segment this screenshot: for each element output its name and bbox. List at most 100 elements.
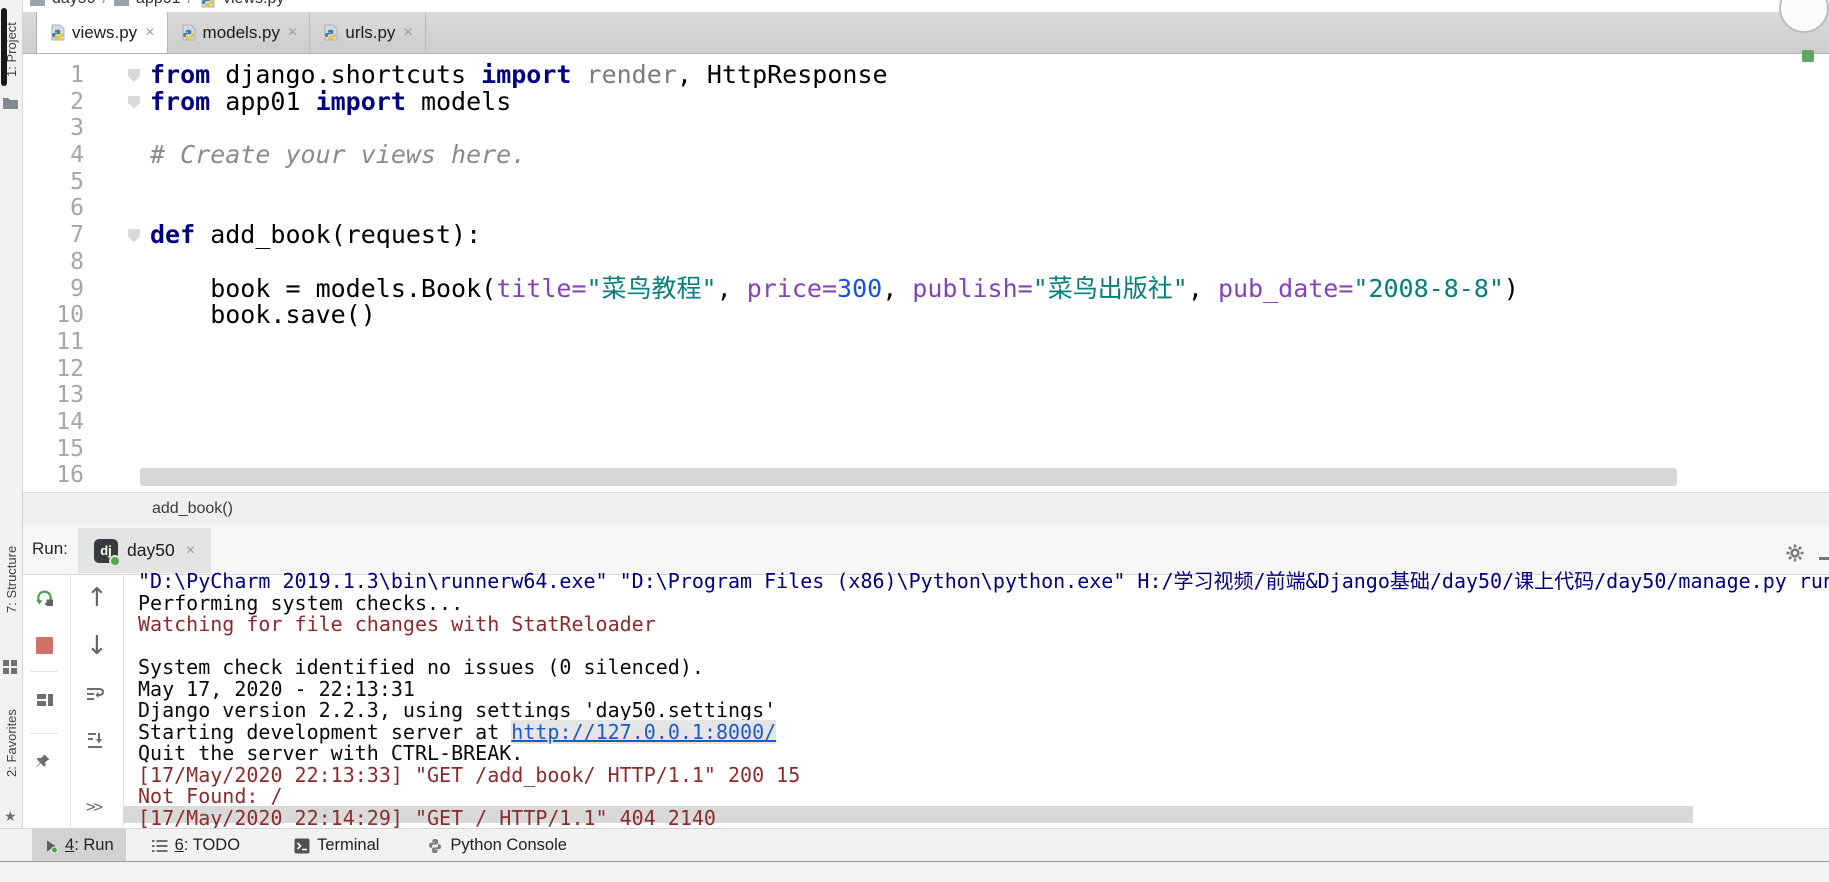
run-tab-label: day50 xyxy=(127,540,175,561)
close-icon[interactable]: × xyxy=(288,24,297,42)
hide-panel-icon[interactable] xyxy=(1819,557,1829,560)
tab-label: models.py xyxy=(203,23,280,43)
code-token: , xyxy=(882,274,912,303)
horizontal-scrollbar[interactable] xyxy=(140,468,1677,486)
todo-icon xyxy=(152,839,168,853)
code-line: # Create your views here. xyxy=(150,142,1519,169)
code-token: "菜鸟教程" xyxy=(587,274,717,303)
console-text: Django version 2.2.3, using settings 'da… xyxy=(138,698,776,722)
breadcrumb-item[interactable]: views.py xyxy=(223,0,284,8)
editor-tab-views-py[interactable]: views.py× xyxy=(36,12,168,53)
close-icon[interactable]: × xyxy=(186,542,195,560)
console-text: [17/May/2020 22:14:29] "GET / HTTP/1.1" … xyxy=(138,806,716,830)
line-number: 6 xyxy=(26,195,84,222)
toolwindow-button-project[interactable]: 1: Project xyxy=(4,8,20,92)
line-number: 14 xyxy=(26,409,84,436)
code-token: "菜鸟出版社" xyxy=(1033,274,1188,303)
run-icon xyxy=(44,839,58,853)
run-panel-header: Run: dj day50 × xyxy=(22,524,1829,575)
console-line: Quit the server with CTRL-BREAK. xyxy=(138,743,1829,765)
code-token: # Create your views here. xyxy=(150,140,526,169)
gear-icon[interactable] xyxy=(1784,542,1806,569)
code-area[interactable]: from django.shortcuts import render, Htt… xyxy=(150,62,1519,489)
editor-tab-models-py[interactable]: models.py × xyxy=(168,12,311,53)
arrow-up-icon[interactable]: ↑ xyxy=(86,585,108,611)
code-line: def add_book(request): xyxy=(150,222,1519,249)
button-label: Python Console xyxy=(450,836,567,855)
run-configuration-tab[interactable]: dj day50 × xyxy=(78,528,211,573)
toolwindow-button-structure[interactable]: 7: Structure xyxy=(4,503,20,655)
django-icon: dj xyxy=(94,539,118,563)
console-line: Starting development server at http://12… xyxy=(138,722,1829,744)
console-line: Django version 2.2.3, using settings 'da… xyxy=(138,700,1829,722)
close-icon[interactable]: × xyxy=(145,24,154,42)
toolwindow-button-python-console[interactable]: Python Console xyxy=(415,829,579,862)
pin-icon[interactable] xyxy=(34,752,52,770)
console-text: Starting development server at xyxy=(138,720,511,744)
rerun-icon[interactable] xyxy=(34,587,56,609)
toolwindow-button-favorites[interactable]: 2: Favorites xyxy=(4,676,20,810)
code-line xyxy=(150,195,1519,222)
line-number: 7 xyxy=(26,222,84,249)
editor-tab-urls-py[interactable]: urls.py × xyxy=(310,12,425,53)
pycharm-window: day50 / app01 / views.py 1: Project 7: Struc… xyxy=(0,0,1829,882)
python-console-icon xyxy=(427,838,443,854)
project-folder-icon[interactable] xyxy=(3,96,18,109)
toolwindow-button-terminal[interactable]: Terminal xyxy=(282,829,391,862)
breadcrumb-item[interactable]: day50 xyxy=(52,0,96,8)
console-text: Performing system checks... xyxy=(138,591,463,615)
current-function-label[interactable]: add_book() xyxy=(152,493,233,525)
console-line: May 17, 2020 - 22:13:31 xyxy=(138,679,1829,701)
soft-wrap-icon[interactable] xyxy=(85,685,105,703)
code-line xyxy=(150,169,1519,196)
breadcrumb-separator: / xyxy=(188,0,192,8)
console-output[interactable]: "D:\PyCharm 2019.1.3\bin\runnerw64.exe" … xyxy=(138,571,1829,829)
python-file-icon xyxy=(49,24,66,41)
status-bar: Data Sources Detected: Connection proper… xyxy=(0,861,1829,882)
structure-grid-icon[interactable] xyxy=(3,660,17,674)
code-line xyxy=(150,409,1519,436)
code-token: def xyxy=(150,220,195,249)
code-token: import xyxy=(481,60,571,89)
toolwindow-button-todo[interactable]: 6: TODO xyxy=(140,829,252,862)
line-number: 12 xyxy=(26,356,84,383)
restore-layout-icon[interactable] xyxy=(36,692,54,708)
fold-marker[interactable] xyxy=(128,96,140,109)
line-number: 15 xyxy=(26,436,84,463)
star-icon[interactable]: ★ xyxy=(4,808,17,825)
toolwindow-button-run[interactable]: 4: Run xyxy=(32,829,126,862)
python-file-icon xyxy=(180,24,197,41)
close-icon[interactable]: × xyxy=(403,24,412,42)
code-token: publish= xyxy=(912,274,1032,303)
breadcrumb-item[interactable]: app01 xyxy=(136,0,181,8)
scroll-to-end-icon[interactable] xyxy=(86,731,104,749)
hotkey-char: 6 xyxy=(175,836,184,854)
terminal-icon xyxy=(294,838,310,854)
code-editor[interactable]: 12345678910111213141516 from django.shor… xyxy=(22,53,1829,492)
code-token: app01 xyxy=(210,87,315,116)
more-options-icon[interactable]: >> xyxy=(86,797,101,816)
line-number: 11 xyxy=(26,329,84,356)
code-line: book = models.Book(title="菜鸟教程", price=3… xyxy=(150,276,1519,303)
code-line xyxy=(150,329,1519,356)
divider xyxy=(30,671,58,672)
console-line: Not Found: / xyxy=(138,786,1829,808)
code-token: book = models.Book( xyxy=(150,274,496,303)
code-line xyxy=(150,115,1519,142)
arrow-down-icon[interactable]: ↓ xyxy=(86,633,108,659)
python-file-icon xyxy=(199,0,216,8)
folder-icon xyxy=(30,0,45,6)
inspection-status-indicator[interactable] xyxy=(1802,50,1814,62)
code-line xyxy=(150,436,1519,463)
fold-marker[interactable] xyxy=(128,229,140,242)
button-label: 6: TODO xyxy=(175,836,240,855)
fold-marker[interactable] xyxy=(128,69,140,82)
console-link[interactable]: http://127.0.0.1:8000/ xyxy=(511,720,776,744)
stop-icon[interactable] xyxy=(36,637,53,654)
line-number: 10 xyxy=(26,302,84,329)
console-line: [17/May/2020 22:14:29] "GET / HTTP/1.1" … xyxy=(138,808,1829,830)
breadcrumb-separator: / xyxy=(103,0,107,8)
code-token: from xyxy=(150,60,210,89)
tab-label: urls.py xyxy=(345,23,395,43)
console-line: System check identified no issues (0 sil… xyxy=(138,657,1829,679)
